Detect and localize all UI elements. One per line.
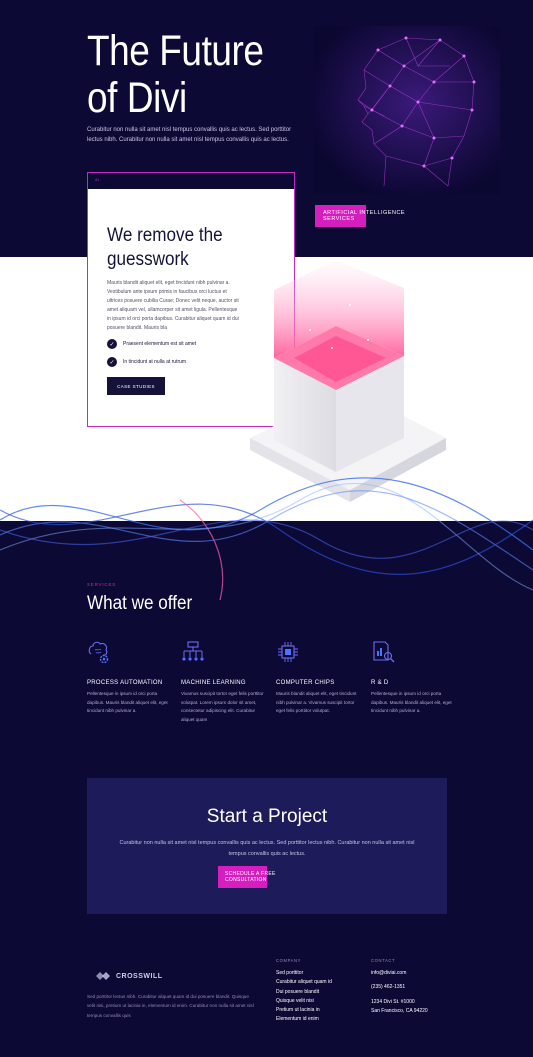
service-item: COMPUTER CHIPS Mauris blandit aliquet el… <box>276 640 364 716</box>
company-heading: COMPANY <box>276 958 302 963</box>
brain-gear-icon <box>88 641 109 664</box>
wireframe-head-icon <box>314 26 500 194</box>
service-description: Pellentesque in ipsum id orci porta dapi… <box>87 691 168 714</box>
card-title: We remove the guesswork <box>107 225 223 270</box>
footer-link[interactable]: Sed porttitor <box>276 969 332 978</box>
hero-title-line1: The Future <box>87 27 264 75</box>
case-studies-button[interactable]: CASE STUDIES <box>107 377 165 395</box>
footer-link[interactable]: Quisque velit nisi <box>276 997 332 1006</box>
contact-address-line1: 1234 Divi St. #1000 <box>371 998 415 1005</box>
hero-subtitle: Curabitur non nulla sit amet nisl tempus… <box>87 127 292 143</box>
service-description: Vivamus suscipit tortor eget felis portt… <box>181 691 264 723</box>
network-icon <box>182 641 204 661</box>
service-item: MACHINE LEARNING Vivamus suscipit tortor… <box>181 640 269 725</box>
footer-link[interactable]: Curabitur aliquet quam id <box>276 978 332 987</box>
schedule-consultation-button[interactable]: SCHEDULE A FREE CONSULTATION <box>218 866 318 888</box>
service-name: COMPUTER CHIPS <box>276 680 335 686</box>
footer-link[interactable]: Dui posuere blandit <box>276 988 332 997</box>
research-icon <box>373 641 395 663</box>
service-description: Mauris blandit aliquet elit, eget tincid… <box>276 691 357 714</box>
ai-head-image <box>314 26 500 194</box>
chip-icon <box>278 642 298 662</box>
footer-logo[interactable]: CROSSWILL <box>96 970 163 982</box>
card-tag: AI <box>95 177 99 182</box>
crosswill-logo-icon <box>96 972 110 980</box>
light-waves-decoration <box>0 477 533 601</box>
hero-title-line2: of Divi <box>87 74 187 122</box>
ai-services-button[interactable]: ARTIFICIAL INTELLIGENCE SERVICES <box>315 205 423 227</box>
service-name: MACHINE LEARNING <box>181 680 246 686</box>
service-description: Pellentesque in ipsum id orci porta dapi… <box>371 691 452 714</box>
footer-link[interactable]: Elementum id enim <box>276 1015 332 1024</box>
contact-email[interactable]: info@diviai.com <box>371 969 428 978</box>
company-column: COMPANY Sed porttitor Curabitur aliquet … <box>276 958 332 1025</box>
service-item: PROCESS AUTOMATION Pellentesque in ipsum… <box>87 640 175 716</box>
check-item-label: In tincidunt at nulla at rutrum <box>123 359 187 365</box>
services-title: What we offer <box>87 593 193 614</box>
card-header-strip <box>87 172 295 189</box>
project-text: Curabitur non nulla sit amet nisl tempus… <box>119 840 415 857</box>
logo-text: CROSSWILL <box>116 972 163 980</box>
contact-column: CONTACT info@diviai.com (235) 462-1351 1… <box>371 958 428 1016</box>
service-name: R & D <box>371 680 389 686</box>
footer-link[interactable]: Pretium ut lacinia in <box>276 1006 332 1015</box>
check-item: ✓ In tincidunt at nulla at rutrum <box>107 357 186 367</box>
check-icon: ✓ <box>107 357 117 367</box>
contact-phone[interactable]: (235) 462-1351 <box>371 983 428 992</box>
check-item: ✓ Praesent elementum est sit amet <box>107 339 196 349</box>
project-title: Start a Project <box>206 806 328 827</box>
service-name: PROCESS AUTOMATION <box>87 680 163 686</box>
check-item-label: Praesent elementum est sit amet <box>123 341 197 347</box>
services-label: SERVICES <box>87 582 117 587</box>
check-icon: ✓ <box>107 339 117 349</box>
contact-heading: CONTACT <box>371 958 396 963</box>
footer-text: Sed porttitor lectus nibh. Curabitur ali… <box>87 994 254 1018</box>
hero-title: The Future of Divi <box>87 28 276 122</box>
contact-address-line2: San Francisco, CA 94220 <box>371 1007 428 1014</box>
card-body: Mauris blandit aliquet elit, eget tincid… <box>107 280 239 332</box>
service-item: R & D Pellentesque in ipsum id orci port… <box>371 640 459 716</box>
